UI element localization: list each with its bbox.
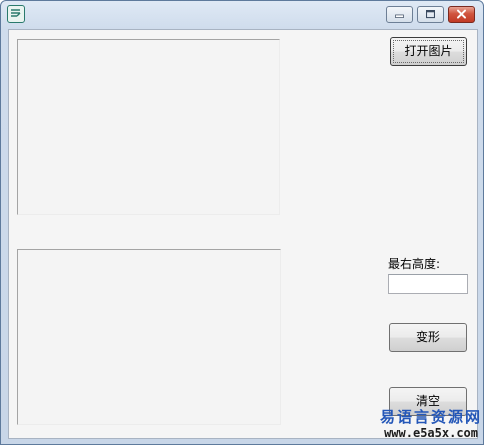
result-image-box: [17, 249, 281, 425]
max-height-label: 最右高度:: [388, 257, 441, 271]
minimize-button[interactable]: [386, 6, 413, 23]
transform-button[interactable]: 变形: [389, 323, 467, 352]
title-bar[interactable]: [1, 1, 483, 29]
max-height-input[interactable]: [388, 274, 468, 294]
watermark-site-name: 易语言资源网: [379, 408, 482, 426]
watermark-url: www.e5a5x.com: [384, 426, 478, 440]
transform-label: 变形: [415, 330, 440, 344]
close-icon: [456, 9, 466, 19]
watermark: 易语言资源网 www.e5a5x.com: [357, 409, 482, 443]
clear-label: 清空: [415, 394, 440, 408]
app-window: 打开图片 最右高度: 变形 清空: [0, 0, 484, 445]
maximize-button[interactable]: [417, 6, 444, 23]
app-icon[interactable]: [7, 5, 25, 23]
source-image-box: [17, 39, 280, 215]
close-button[interactable]: [448, 6, 475, 23]
maximize-icon: [426, 10, 435, 19]
minimize-icon: [395, 14, 404, 18]
focus-ring: [393, 40, 464, 63]
open-image-button[interactable]: 打开图片: [390, 37, 467, 66]
client-area: 打开图片 最右高度: 变形 清空: [8, 29, 478, 439]
